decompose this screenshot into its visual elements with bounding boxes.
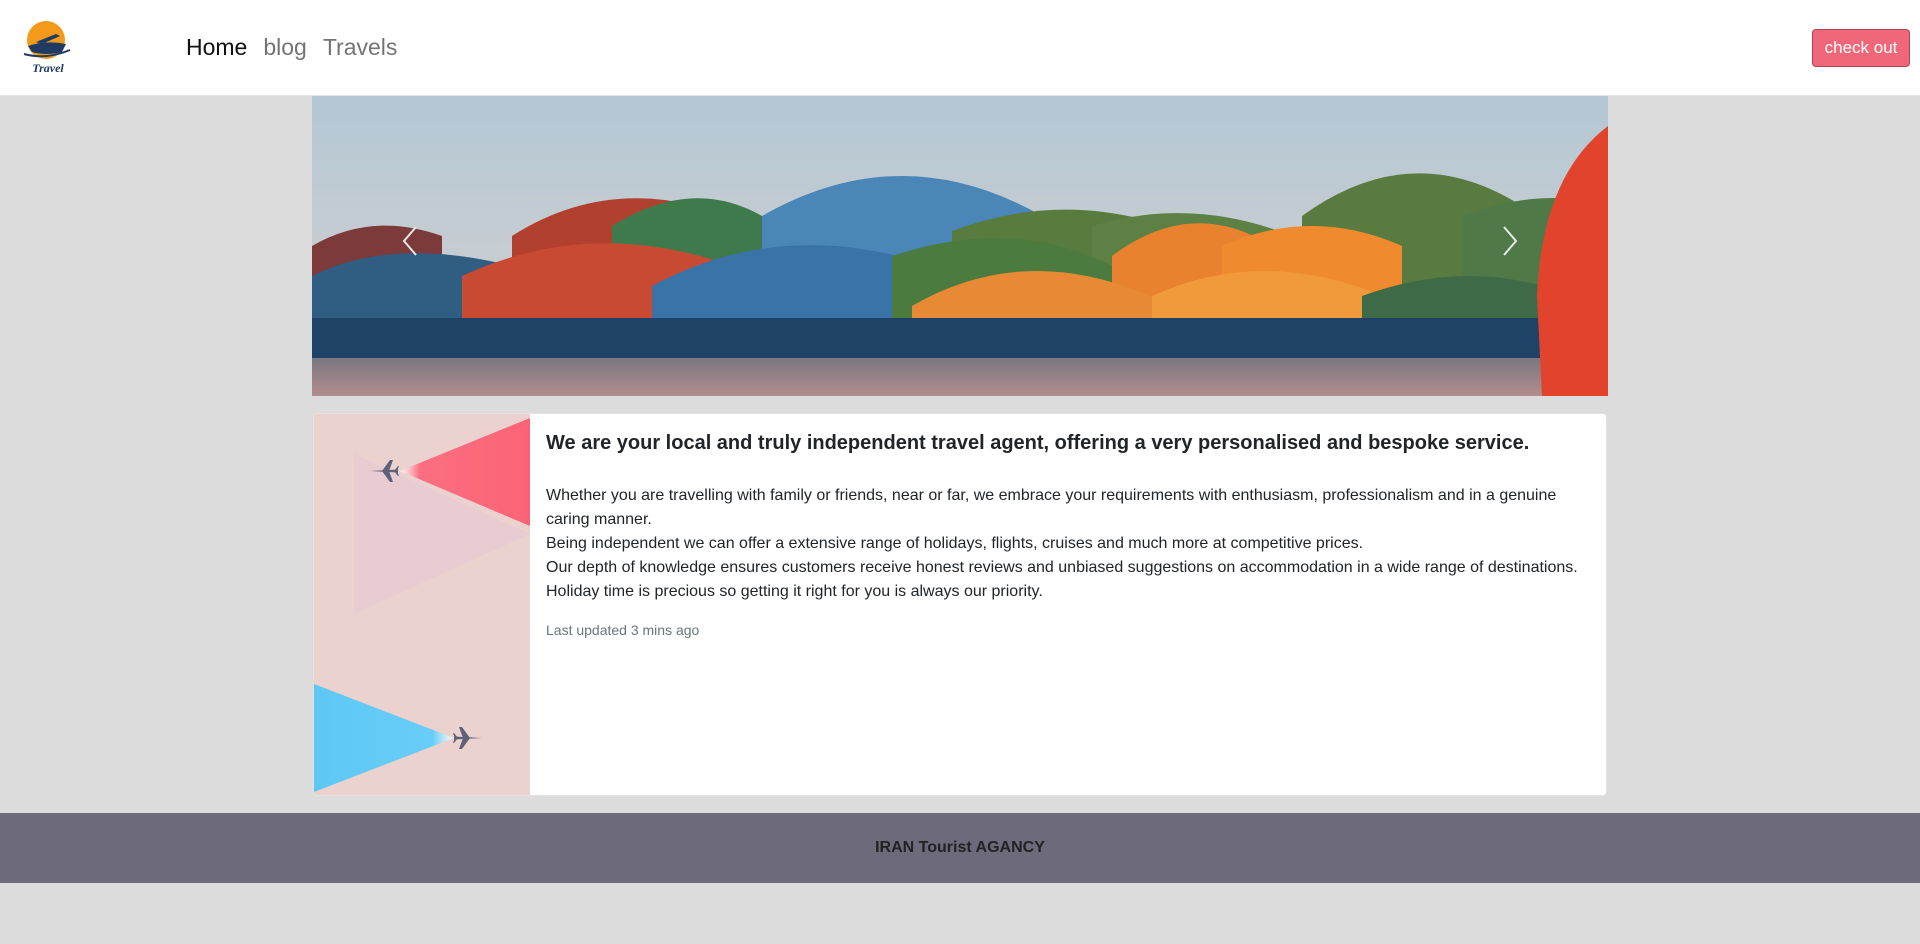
nav-links: Home blog Travels bbox=[186, 34, 397, 61]
card-paragraph-3: Our depth of knowledge ensures customers… bbox=[546, 559, 1578, 600]
card-body: We are your local and truly independent … bbox=[546, 430, 1594, 638]
chevron-left-icon bbox=[402, 226, 417, 256]
logo-text: Travel bbox=[32, 61, 64, 75]
planes-illustration bbox=[314, 414, 530, 795]
checkout-button[interactable]: check out bbox=[1812, 29, 1910, 67]
hero-image bbox=[312, 96, 1608, 396]
nav-link-blog[interactable]: blog bbox=[263, 34, 306, 61]
card-paragraph-1: Whether you are travelling with family o… bbox=[546, 487, 1557, 528]
card-paragraph-2: Being independent we can offer a extensi… bbox=[546, 535, 1364, 552]
carousel-next-button[interactable] bbox=[1490, 216, 1530, 266]
carousel-prev-button[interactable] bbox=[390, 216, 430, 266]
hero-carousel bbox=[312, 96, 1608, 396]
card-title: We are your local and truly independent … bbox=[546, 432, 1530, 454]
last-updated-text: Last updated 3 mins ago bbox=[546, 622, 700, 638]
footer: IRAN Tourist AGANCY bbox=[0, 813, 1920, 883]
card-image bbox=[314, 414, 530, 795]
chevron-right-icon bbox=[1503, 226, 1518, 256]
logo[interactable]: Travel bbox=[22, 20, 74, 76]
info-card: We are your local and truly independent … bbox=[313, 413, 1607, 796]
navbar: Travel Home blog Travels check out bbox=[0, 0, 1920, 96]
nav-link-home[interactable]: Home bbox=[186, 34, 247, 61]
footer-text: IRAN Tourist AGANCY bbox=[875, 839, 1045, 856]
nav-link-travels[interactable]: Travels bbox=[323, 34, 398, 61]
logo-icon: Travel bbox=[23, 21, 71, 75]
